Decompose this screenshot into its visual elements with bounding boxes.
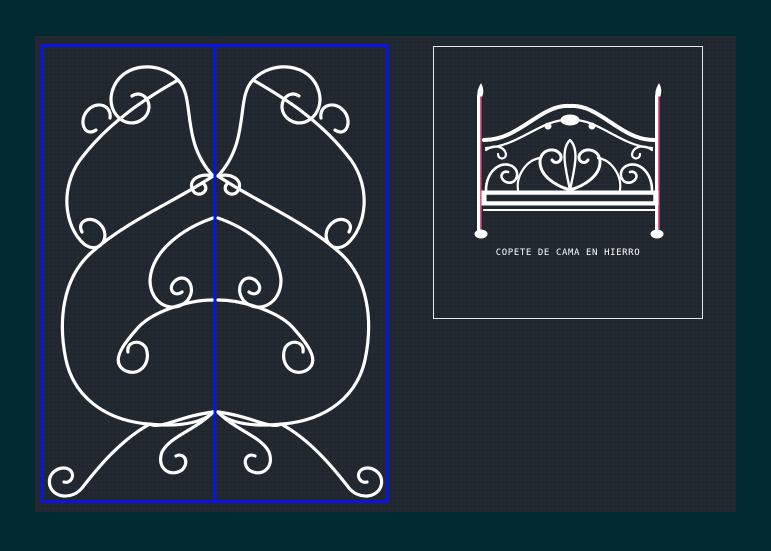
- cad-svg: [35, 36, 736, 512]
- left-post-foot: [474, 229, 488, 239]
- paper-area: [35, 36, 736, 512]
- headboard-caption: COPETE DE CAMA EN HIERRO: [495, 248, 641, 258]
- drawing-canvas: COPETE DE CAMA EN HIERRO: [0, 0, 771, 547]
- right-post-foot: [650, 229, 664, 239]
